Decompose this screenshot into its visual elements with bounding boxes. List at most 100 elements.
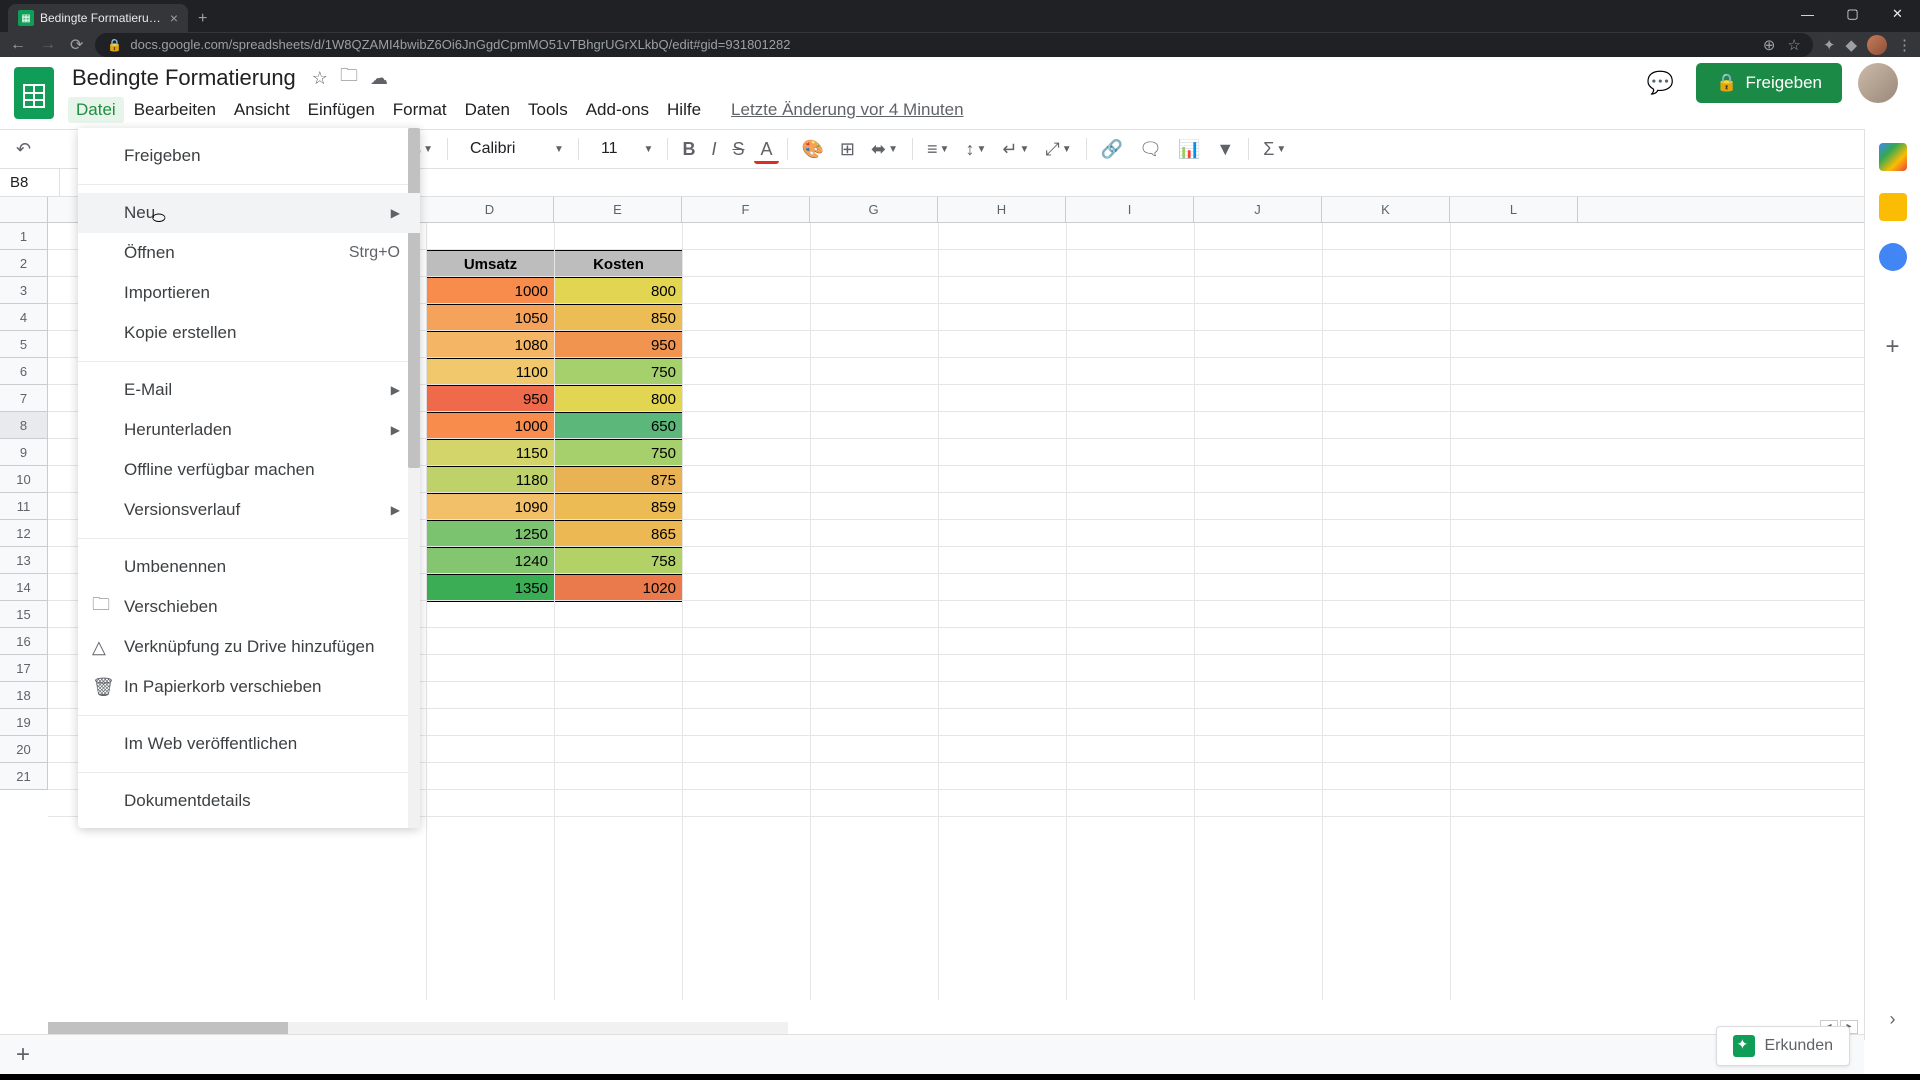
row-header-13[interactable]: 13 [0, 547, 47, 574]
extension2-icon[interactable]: ◆ [1845, 36, 1857, 54]
col-header-I[interactable]: I [1066, 197, 1194, 223]
name-box[interactable]: B8 [0, 169, 60, 196]
window-maximize[interactable]: ▢ [1830, 0, 1875, 28]
chrome-menu-icon[interactable]: ⋮ [1897, 36, 1912, 54]
row-header-11[interactable]: 11 [0, 493, 47, 520]
col-header-L[interactable]: L [1450, 197, 1578, 223]
menu-item-verknüpfung-zu-drive-hinzufügen[interactable]: △Verknüpfung zu Drive hinzufügen [78, 627, 420, 667]
menu-format[interactable]: Format [385, 97, 455, 123]
last-edit-link[interactable]: Letzte Änderung vor 4 Minuten [731, 100, 963, 120]
sheets-logo[interactable] [14, 67, 54, 119]
menu-einfügen[interactable]: Einfügen [300, 97, 383, 123]
row-header-4[interactable]: 4 [0, 304, 47, 331]
row-header-19[interactable]: 19 [0, 709, 47, 736]
italic-button[interactable]: I [705, 135, 722, 164]
window-minimize[interactable]: — [1785, 0, 1830, 28]
undo-button[interactable]: ↶ [10, 135, 37, 164]
window-close[interactable]: ✕ [1875, 0, 1920, 28]
row-header-6[interactable]: 6 [0, 358, 47, 385]
comment-button[interactable]: 🗨 [1133, 135, 1168, 164]
row-header-9[interactable]: 9 [0, 439, 47, 466]
merge-button[interactable]: ⬌▼ [865, 135, 904, 164]
forward-button[interactable]: → [38, 34, 58, 56]
menu-item-kopie-erstellen[interactable]: Kopie erstellen [78, 313, 420, 353]
col-header-F[interactable]: F [682, 197, 810, 223]
col-header-H[interactable]: H [938, 197, 1066, 223]
doc-title[interactable]: Bedingte Formatierung [68, 63, 300, 93]
menu-item-neu[interactable]: Neu▶ [78, 193, 420, 233]
menu-item-umbenennen[interactable]: Umbenennen [78, 547, 420, 587]
share-button[interactable]: 🔒 Freigeben [1696, 63, 1842, 103]
font-size-selector[interactable]: 11▼ [587, 136, 660, 162]
star-icon[interactable]: ☆ [312, 68, 328, 89]
tasks-icon[interactable] [1879, 243, 1907, 271]
row-header-21[interactable]: 21 [0, 763, 47, 790]
row-header-18[interactable]: 18 [0, 682, 47, 709]
strike-button[interactable]: S [726, 135, 750, 164]
new-tab-button[interactable]: + [188, 6, 217, 32]
menu-item-offline-verfügbar-machen[interactable]: Offline verfügbar machen [78, 450, 420, 490]
collapse-sidepanel-icon[interactable]: › [1890, 1009, 1896, 1030]
menu-item-in-papierkorb-verschieben[interactable]: 🗑In Papierkorb verschieben [78, 667, 420, 707]
menu-item-importieren[interactable]: Importieren [78, 273, 420, 313]
tab-close-icon[interactable]: × [170, 10, 178, 26]
menu-hilfe[interactable]: Hilfe [659, 97, 709, 123]
browser-tab[interactable]: ▦ Bedingte Formatierung - Google × [8, 4, 188, 32]
valign-button[interactable]: ↕▼ [959, 135, 992, 164]
menu-item-freigeben[interactable]: Freigeben [78, 136, 420, 176]
link-button[interactable]: 🔗 [1095, 135, 1129, 164]
menu-item-versionsverlauf[interactable]: Versionsverlauf▶ [78, 490, 420, 530]
menu-bearbeiten[interactable]: Bearbeiten [126, 97, 224, 123]
bold-button[interactable]: B [676, 135, 701, 164]
chart-button[interactable]: 📊 [1172, 135, 1206, 164]
profile-avatar[interactable] [1867, 35, 1887, 55]
keep-icon[interactable] [1879, 193, 1907, 221]
row-header-8[interactable]: 8 [0, 412, 47, 439]
menu-item-öffnen[interactable]: ÖffnenStrg+O [78, 233, 420, 273]
select-all-corner[interactable] [0, 197, 48, 223]
menu-item-dokumentdetails[interactable]: Dokumentdetails [78, 781, 420, 821]
reload-button[interactable]: ⟳ [68, 33, 85, 57]
menu-ansicht[interactable]: Ansicht [226, 97, 298, 123]
row-header-10[interactable]: 10 [0, 466, 47, 493]
fill-color-button[interactable]: 🎨 [796, 135, 830, 164]
row-header-3[interactable]: 3 [0, 277, 47, 304]
row-header-7[interactable]: 7 [0, 385, 47, 412]
col-header-K[interactable]: K [1322, 197, 1450, 223]
comments-button[interactable]: 💬 [1640, 63, 1680, 103]
horizontal-scrollbar[interactable] [48, 1022, 788, 1034]
col-header-E[interactable]: E [554, 197, 682, 223]
row-header-15[interactable]: 15 [0, 601, 47, 628]
back-button[interactable]: ← [8, 34, 28, 56]
row-header-16[interactable]: 16 [0, 628, 47, 655]
explore-button[interactable]: Erkunden [1716, 1026, 1851, 1066]
cloud-icon[interactable]: ☁ [370, 68, 388, 89]
bookmark-icon[interactable]: ☆ [1787, 36, 1800, 54]
borders-button[interactable]: ⊞ [834, 135, 861, 164]
font-selector[interactable]: Calibri▼ [456, 136, 570, 162]
menu-add-ons[interactable]: Add-ons [578, 97, 657, 123]
row-header-17[interactable]: 17 [0, 655, 47, 682]
menu-item-e-mail[interactable]: E-Mail▶ [78, 370, 420, 410]
account-avatar[interactable] [1858, 63, 1898, 103]
col-header-D[interactable]: D [426, 197, 554, 223]
wrap-button[interactable]: ↵▼ [996, 135, 1035, 164]
row-header-20[interactable]: 20 [0, 736, 47, 763]
halign-button[interactable]: ≡▼ [921, 135, 955, 164]
functions-button[interactable]: Σ▼ [1257, 135, 1292, 164]
menu-datei[interactable]: Datei [68, 97, 124, 123]
row-header-1[interactable]: 1 [0, 223, 47, 250]
row-header-12[interactable]: 12 [0, 520, 47, 547]
calendar-icon[interactable] [1879, 143, 1907, 171]
col-header-G[interactable]: G [810, 197, 938, 223]
menu-daten[interactable]: Daten [457, 97, 518, 123]
add-sheet-button[interactable]: + [0, 1041, 46, 1069]
extensions-icon[interactable]: ✦ [1823, 36, 1836, 54]
text-color-button[interactable]: A [754, 135, 778, 164]
menu-item-herunterladen[interactable]: Herunterladen▶ [78, 410, 420, 450]
menu-item-verschieben[interactable]: 🗀Verschieben [78, 587, 420, 627]
rotate-button[interactable]: ⤢▼ [1039, 135, 1077, 164]
row-header-5[interactable]: 5 [0, 331, 47, 358]
row-header-2[interactable]: 2 [0, 250, 47, 277]
address-bar[interactable]: 🔒 docs.google.com/spreadsheets/d/1W8QZAM… [95, 33, 1812, 57]
